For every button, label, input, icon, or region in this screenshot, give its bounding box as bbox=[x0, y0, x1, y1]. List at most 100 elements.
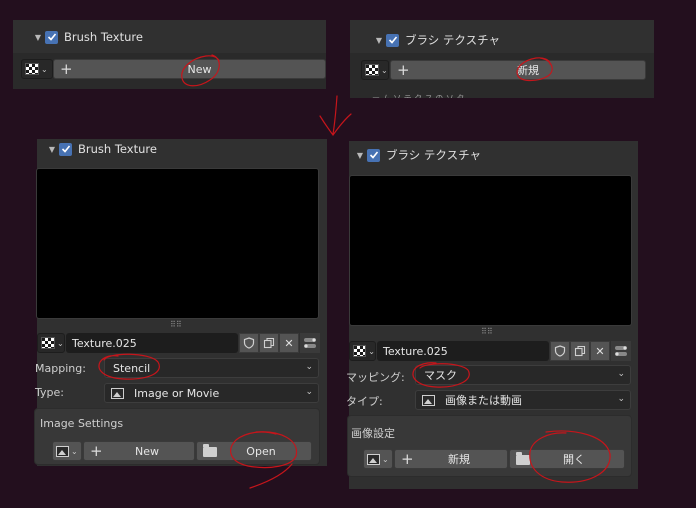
mapping-value: マスク bbox=[424, 369, 457, 382]
image-icon bbox=[111, 387, 124, 399]
unlink-button[interactable]: ✕ bbox=[279, 333, 299, 353]
triangle-down-icon[interactable]: ▼ bbox=[31, 33, 45, 42]
image-settings-box: 画像設定 ⌄ + 新規 開く bbox=[347, 415, 632, 477]
type-value: 画像または動画 bbox=[445, 394, 522, 407]
texture-browse-button[interactable]: ⌄ bbox=[361, 60, 389, 80]
image-icon bbox=[422, 394, 435, 406]
mapping-dropdown[interactable]: Stencil ⌄ bbox=[104, 358, 319, 378]
fake-user-button[interactable] bbox=[239, 333, 259, 353]
new-image-button[interactable]: + New bbox=[83, 441, 195, 461]
bottom-left-panel: ▼ Brush Texture ⠿⠿ ⌄ Texture.025 ✕ Mappi… bbox=[34, 139, 327, 466]
checker-texture-icon bbox=[353, 345, 367, 357]
image-settings-box: Image Settings ⌄ + New Open bbox=[34, 408, 320, 465]
toggle-icon bbox=[615, 346, 627, 356]
resize-grip[interactable]: ⠿⠿ bbox=[481, 327, 493, 336]
triangle-down-icon[interactable]: ▼ bbox=[353, 151, 367, 160]
new-texture-button[interactable]: + New bbox=[53, 59, 326, 79]
texture-name: Texture.025 bbox=[72, 336, 137, 350]
chevron-down-icon: ⌄ bbox=[382, 454, 389, 464]
image-icon bbox=[367, 453, 380, 465]
triangle-down-icon[interactable]: ▼ bbox=[372, 36, 386, 45]
texture-preview bbox=[349, 175, 632, 326]
image-browse-button[interactable]: ⌄ bbox=[363, 449, 393, 469]
open-image-label: Open bbox=[246, 444, 276, 458]
plus-icon: + bbox=[60, 60, 73, 78]
chevron-down-icon: ⌄ bbox=[617, 394, 625, 404]
new-texture-button[interactable]: + 新規 bbox=[390, 60, 646, 80]
fake-user-button[interactable] bbox=[550, 341, 570, 361]
texture-name-field[interactable]: Texture.025 bbox=[66, 333, 238, 353]
checkbox-checked-icon[interactable] bbox=[45, 30, 58, 44]
chevron-down-icon: ⌄ bbox=[41, 64, 48, 74]
duplicate-button[interactable] bbox=[259, 333, 279, 353]
plus-icon: + bbox=[401, 450, 414, 468]
chevron-down-icon: ⌄ bbox=[381, 65, 388, 75]
open-image-button[interactable]: Open bbox=[196, 441, 312, 461]
chevron-down-icon: ⌄ bbox=[305, 387, 313, 397]
texture-name-field[interactable]: Texture.025 bbox=[377, 341, 549, 361]
panel-title: Brush Texture bbox=[78, 142, 157, 156]
annotation-arrow bbox=[332, 95, 338, 135]
triangle-down-icon[interactable]: ▼ bbox=[45, 145, 59, 154]
type-dropdown[interactable]: Image or Movie ⌄ bbox=[104, 383, 319, 403]
mapping-label: Mapping: bbox=[35, 362, 86, 375]
checker-texture-icon bbox=[365, 64, 379, 76]
image-icon bbox=[56, 445, 69, 457]
panel-header[interactable]: ▼ Brush Texture bbox=[13, 24, 326, 50]
close-icon: ✕ bbox=[595, 344, 605, 358]
chevron-down-icon: ⌄ bbox=[57, 338, 64, 348]
new-button-label: New bbox=[187, 62, 212, 76]
texture-browse-button[interactable]: ⌄ bbox=[37, 333, 65, 353]
toggle-button[interactable] bbox=[300, 333, 320, 353]
checkbox-checked-icon[interactable] bbox=[386, 33, 399, 47]
toggle-icon bbox=[304, 338, 316, 348]
chevron-down-icon: ⌄ bbox=[368, 346, 375, 356]
chevron-down-icon: ⌄ bbox=[71, 446, 78, 456]
checkbox-checked-icon[interactable] bbox=[367, 148, 380, 162]
new-button-label: 新規 bbox=[517, 64, 539, 77]
plus-icon: + bbox=[397, 61, 410, 79]
texture-preview bbox=[36, 168, 319, 319]
type-value: Image or Movie bbox=[134, 386, 220, 400]
image-settings-label: 画像設定 bbox=[351, 427, 395, 440]
mapping-value: Stencil bbox=[113, 361, 151, 375]
panel-header[interactable]: ▼ ブラシ テクスチャ bbox=[349, 141, 638, 169]
duplicate-button[interactable] bbox=[570, 341, 590, 361]
panel-title: Brush Texture bbox=[64, 30, 143, 44]
panel-title: ブラシ テクスチャ bbox=[405, 33, 500, 47]
panel-header[interactable]: ▼ ブラシ テクスチャ bbox=[350, 27, 654, 53]
chevron-down-icon: ⌄ bbox=[305, 362, 313, 372]
texture-browse-button[interactable]: ⌄ bbox=[349, 341, 376, 361]
clipped-text: ー ム ソ テ ク ス の ソ タ bbox=[372, 93, 572, 98]
top-left-panel: ▼ Brush Texture ⌄ + New bbox=[13, 20, 326, 89]
checker-texture-icon bbox=[25, 63, 39, 75]
image-settings-label: Image Settings bbox=[40, 417, 124, 430]
new-image-label: 新規 bbox=[448, 453, 470, 466]
unlink-button[interactable]: ✕ bbox=[590, 341, 610, 361]
top-right-panel: ▼ ブラシ テクスチャ ⌄ + 新規 ー ム ソ テ ク ス の ソ タ bbox=[350, 20, 654, 98]
checkbox-checked-icon[interactable] bbox=[59, 142, 72, 156]
resize-grip[interactable]: ⠿⠿ bbox=[170, 320, 182, 329]
toggle-button[interactable] bbox=[611, 341, 631, 361]
type-label: Type: bbox=[35, 386, 64, 399]
panel-title: ブラシ テクスチャ bbox=[386, 148, 481, 162]
duplicate-icon bbox=[574, 345, 586, 357]
folder-icon bbox=[516, 452, 530, 465]
new-image-label: New bbox=[135, 444, 159, 458]
duplicate-icon bbox=[263, 337, 275, 349]
annotation-arrowhead bbox=[319, 113, 352, 137]
close-icon: ✕ bbox=[284, 336, 294, 350]
mapping-dropdown[interactable]: マスク ⌄ bbox=[415, 365, 631, 385]
mapping-label: マッピング: bbox=[346, 371, 405, 384]
texture-name: Texture.025 bbox=[383, 344, 448, 358]
fake-user-shield-icon bbox=[243, 337, 255, 349]
open-image-button[interactable]: 開く bbox=[509, 449, 625, 469]
new-image-button[interactable]: + 新規 bbox=[394, 449, 508, 469]
type-dropdown[interactable]: 画像または動画 ⌄ bbox=[415, 390, 631, 410]
chevron-down-icon: ⌄ bbox=[617, 369, 625, 379]
open-image-label: 開く bbox=[563, 453, 585, 466]
folder-icon bbox=[203, 444, 217, 457]
panel-header[interactable]: ▼ Brush Texture bbox=[37, 139, 327, 159]
texture-browse-button[interactable]: ⌄ bbox=[21, 59, 53, 79]
image-browse-button[interactable]: ⌄ bbox=[52, 441, 82, 461]
